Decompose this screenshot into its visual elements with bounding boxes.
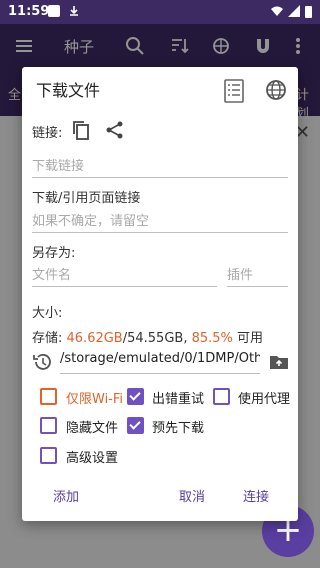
history-icon[interactable] bbox=[31, 351, 53, 377]
link-label: 链接: bbox=[32, 126, 63, 141]
batch-list-icon[interactable] bbox=[224, 79, 244, 107]
download-notification-icon bbox=[68, 5, 80, 17]
save-as-label: 另存为: bbox=[32, 246, 76, 261]
hidden-file-label: 隐藏文件 bbox=[66, 421, 119, 436]
storage-total: /54.55GB, bbox=[122, 331, 192, 346]
wifi-icon bbox=[270, 5, 283, 17]
plugin-input[interactable]: 插件 bbox=[227, 264, 288, 287]
dialog-title: 下载文件 bbox=[36, 81, 101, 100]
wifi-only-label: 仅限Wi-Fi bbox=[66, 392, 124, 407]
advanced-settings-checkbox[interactable] bbox=[40, 447, 57, 464]
referer-label: 下载/引用页面链接 bbox=[32, 191, 141, 206]
battery-icon bbox=[305, 5, 312, 18]
download-dialog: 下载文件 链接: 下载链接 下载/引用页面链接 如果不确定，请留空 另存为: 文… bbox=[22, 67, 298, 521]
status-time: 11:59 bbox=[8, 4, 50, 19]
size-label: 大小: bbox=[32, 306, 63, 321]
retry-checkbox[interactable] bbox=[127, 388, 144, 405]
storage-percent: 85.5% bbox=[191, 331, 233, 346]
preload-checkbox[interactable] bbox=[127, 417, 144, 434]
advanced-settings-label: 高级设置 bbox=[66, 451, 119, 466]
hidden-file-checkbox[interactable] bbox=[40, 417, 57, 434]
storage-suffix: 可用 bbox=[232, 331, 264, 346]
proxy-checkbox[interactable] bbox=[213, 388, 230, 405]
wifi-only-checkbox[interactable] bbox=[40, 388, 57, 405]
link-input[interactable]: 下载链接 bbox=[32, 155, 288, 178]
preload-label: 预先下载 bbox=[152, 421, 205, 436]
filename-input[interactable]: 文件名 bbox=[32, 264, 217, 287]
status-bar: 11:59 bbox=[0, 0, 320, 24]
signal-icon bbox=[288, 5, 300, 17]
retry-label: 出错重试 bbox=[152, 392, 205, 407]
storage-used: 46.62GB bbox=[66, 331, 123, 346]
proxy-label: 使用代理 bbox=[238, 392, 291, 407]
storage-info: 存储: 46.62GB/54.55GB, 85.5% 可用 bbox=[32, 327, 263, 346]
referer-input[interactable]: 如果不确定，请留空 bbox=[32, 210, 288, 233]
notification-a-icon bbox=[48, 5, 60, 17]
browser-globe-icon[interactable] bbox=[265, 79, 287, 105]
copy-icon[interactable] bbox=[72, 120, 90, 144]
save-path-field[interactable]: /storage/emulated/0/1DMP/Others bbox=[60, 351, 260, 374]
add-button[interactable]: 添加 bbox=[53, 486, 79, 505]
folder-upload-icon[interactable] bbox=[269, 354, 289, 374]
cancel-button[interactable]: 取消 bbox=[179, 486, 205, 505]
share-icon[interactable] bbox=[106, 121, 124, 143]
connect-button[interactable]: 连接 bbox=[243, 486, 269, 505]
storage-label: 存储: bbox=[32, 331, 67, 346]
